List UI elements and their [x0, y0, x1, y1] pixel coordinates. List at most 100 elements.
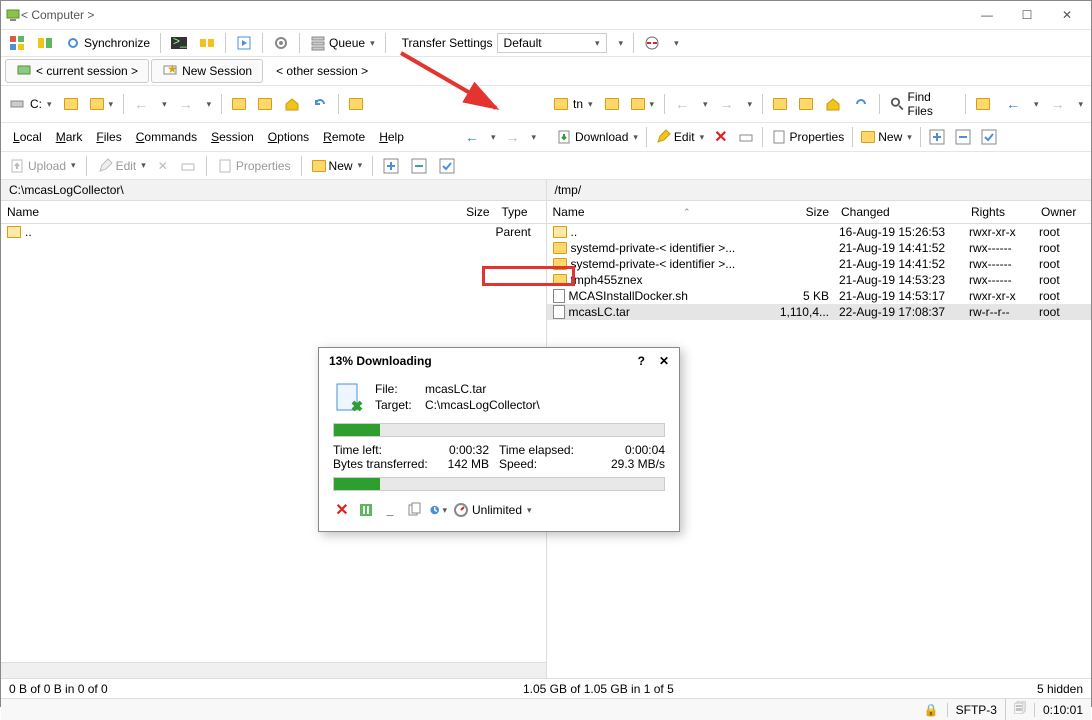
list-item[interactable]: tmph455znex21-Aug-19 14:53:23rwx------ro… [547, 272, 1092, 288]
menu-options[interactable]: Options [262, 127, 315, 147]
menu-local[interactable]: Local [7, 127, 48, 147]
remote-nav-back2-menu[interactable] [1028, 97, 1043, 112]
speed-limit-button[interactable]: Unlimited [453, 501, 532, 519]
transfer-settings-select[interactable]: Default▾ [497, 33, 607, 53]
sync-compare-icon[interactable] [5, 33, 29, 53]
synchronize-button[interactable]: Synchronize [61, 33, 154, 53]
menu-remote[interactable]: Remote [317, 127, 371, 147]
nav-forward-menu[interactable] [201, 97, 216, 112]
remote-edit-button[interactable]: Edit [651, 127, 708, 147]
local-check-icon[interactable] [435, 156, 459, 176]
disconnect-icon[interactable] [640, 33, 664, 53]
maximize-button[interactable]: ☐ [1007, 2, 1047, 28]
col-size[interactable]: Size [446, 205, 496, 219]
refresh-icon[interactable] [308, 94, 332, 114]
root-dir-icon[interactable] [254, 96, 276, 112]
local-edit-button[interactable]: Edit [93, 156, 150, 176]
list-item[interactable]: systemd-private-< identifier >...21-Aug-… [547, 256, 1092, 272]
sync-dirs-icon[interactable] [195, 33, 219, 53]
minimize-button[interactable]: — [967, 2, 1007, 28]
home-icon[interactable] [280, 94, 304, 114]
left-nav-fwd-icon[interactable]: → [501, 127, 523, 147]
minus-icon[interactable] [951, 127, 975, 147]
footer-icon1[interactable]: 🗐 [1005, 699, 1026, 720]
local-drive-select[interactable]: C: [5, 94, 56, 114]
col-name-r[interactable]: Name⌃ [547, 205, 776, 219]
left-nav-fwd-menu[interactable] [525, 130, 540, 145]
col-name[interactable]: Name [1, 205, 446, 219]
cancel-icon[interactable]: ✕ [333, 501, 351, 519]
remote-refresh-icon[interactable] [849, 94, 873, 114]
background-icon[interactable] [357, 501, 375, 519]
col-size-r[interactable]: Size [775, 205, 835, 219]
list-item[interactable]: .. Parent [1, 224, 546, 240]
left-nav-back-icon[interactable]: ← [461, 127, 483, 147]
tab-current-session[interactable]: < current session > [5, 59, 149, 83]
local-new-button[interactable]: New [308, 157, 367, 175]
plus-icon[interactable] [925, 127, 949, 147]
tab-new-session[interactable]: ★ New Session [151, 59, 263, 83]
find-files-button[interactable]: Find Files [886, 88, 959, 120]
local-rename-icon[interactable] [176, 156, 200, 176]
queue-button[interactable]: Queue [306, 33, 379, 53]
remote-drive-select[interactable]: tn [550, 95, 597, 113]
menu-session[interactable]: Session [205, 127, 260, 147]
remote-nav-forward-menu[interactable] [742, 97, 757, 112]
upload-button[interactable]: Upload [5, 156, 80, 176]
remote-open-folder-icon[interactable] [601, 96, 623, 112]
local-scrollbar[interactable] [1, 662, 546, 678]
tab-other-session[interactable]: < other session > [265, 60, 379, 82]
menu-help[interactable]: Help [373, 127, 410, 147]
col-type[interactable]: Type [496, 205, 546, 219]
menu-commands[interactable]: Commands [130, 127, 203, 147]
remote-rename-icon[interactable] [734, 127, 758, 147]
remote-parent-dir-icon[interactable] [769, 96, 791, 112]
col-changed[interactable]: Changed [835, 205, 965, 219]
dialog-help-icon[interactable]: ? [638, 354, 645, 368]
stats-icon[interactable] [429, 501, 447, 519]
remote-properties-button[interactable]: Properties [767, 127, 849, 147]
folder-history-icon[interactable] [86, 96, 118, 112]
remote-delete-icon[interactable]: ✕ [710, 125, 731, 149]
local-plus-icon[interactable] [379, 156, 403, 176]
col-rights[interactable]: Rights [965, 205, 1035, 219]
copy-icon[interactable] [405, 501, 423, 519]
menu-mark[interactable]: Mark [50, 127, 89, 147]
remote-new-button[interactable]: New [857, 128, 916, 146]
open-folder-icon[interactable] [60, 96, 82, 112]
gear-icon[interactable] [269, 33, 293, 53]
list-item[interactable]: MCASInstallDocker.sh5 KB21-Aug-19 14:53:… [547, 288, 1092, 304]
parent-dir-icon[interactable] [228, 96, 250, 112]
local-properties-button[interactable]: Properties [213, 156, 295, 176]
list-item[interactable]: systemd-private-< identifier >...21-Aug-… [547, 240, 1092, 256]
nav-back-icon[interactable]: ← [130, 94, 152, 114]
close-button[interactable]: ✕ [1047, 2, 1087, 28]
console-icon[interactable]: >_ [167, 33, 191, 53]
disconnect-menu[interactable] [668, 36, 683, 51]
remote-bookmark-icon[interactable] [972, 96, 994, 112]
list-item[interactable]: mcasLC.tar1,110,4...22-Aug-19 17:08:37rw… [547, 304, 1092, 320]
remote-root-dir-icon[interactable] [795, 96, 817, 112]
remote-nav-fwd2-menu[interactable] [1072, 97, 1087, 112]
menu-files[interactable]: Files [90, 127, 127, 147]
local-minus-icon[interactable] [407, 156, 431, 176]
minimize-icon[interactable]: _ [381, 501, 399, 519]
remote-nav-back2-icon[interactable]: ← [1002, 94, 1024, 114]
remote-home-icon[interactable] [821, 94, 845, 114]
remote-nav-fwd2-icon[interactable]: → [1046, 94, 1068, 114]
remote-nav-back-menu[interactable] [697, 97, 712, 112]
remote-nav-back-icon[interactable]: ← [671, 94, 693, 114]
remote-folder-history-icon[interactable] [627, 96, 659, 112]
left-nav-back-menu[interactable] [485, 130, 500, 145]
dialog-close-icon[interactable]: ✕ [659, 354, 669, 368]
download-button[interactable]: Download [552, 127, 642, 147]
col-owner[interactable]: Owner [1035, 205, 1091, 219]
bookmark-icon[interactable] [345, 96, 367, 112]
list-item[interactable]: ..16-Aug-19 15:26:53rwxr-xr-xroot [547, 224, 1092, 240]
remote-nav-forward-icon[interactable]: → [716, 94, 738, 114]
sync-equal-icon[interactable] [33, 33, 57, 53]
transfer-settings-menu[interactable] [613, 36, 628, 51]
nav-back-menu[interactable] [156, 97, 171, 112]
local-delete-icon[interactable]: ✕ [154, 157, 172, 175]
check-icon[interactable] [977, 127, 1001, 147]
